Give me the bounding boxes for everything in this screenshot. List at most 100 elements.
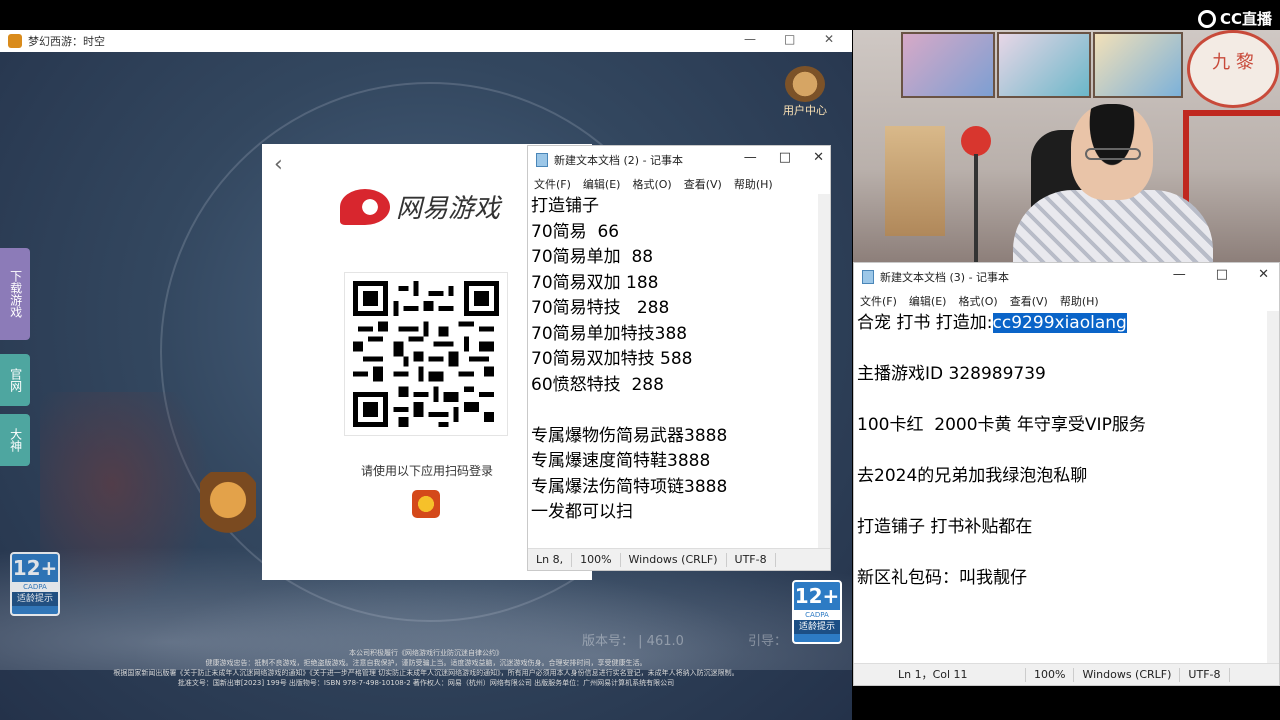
- notepad-window-info: 新建文本文档 (3) - 记事本 — □ ✕ 文件(F) 编辑(E) 格式(O)…: [853, 262, 1280, 686]
- glasses-icon: [1085, 148, 1141, 160]
- game-window-title: 梦幻西游：时空: [28, 35, 105, 48]
- age-rating-tip: 适龄提示: [12, 592, 58, 606]
- notepad-titlebar: 新建文本文档 (3) - 记事本 — □ ✕: [854, 263, 1279, 291]
- login-qr-code: [344, 272, 508, 436]
- punching-bag-pole: [974, 154, 978, 262]
- text-line: [854, 439, 1279, 465]
- status-encoding: UTF-8: [1180, 667, 1230, 682]
- notepad-icon: [536, 153, 548, 167]
- decorative-plate: 九 黎: [1187, 30, 1279, 108]
- status-eol: Windows (CRLF): [1074, 667, 1181, 682]
- notepad-statusbar: Ln 8, 100% Windows (CRLF) UTF-8: [528, 548, 830, 570]
- game-maximize-button[interactable]: □: [784, 32, 795, 46]
- text-line: 60愤怒特技 288: [531, 374, 664, 395]
- official-site-tab[interactable]: 官网: [0, 354, 30, 406]
- notepad-titlebar: 新建文本文档 (2) - 记事本 — □ ✕: [528, 146, 830, 174]
- qr-code-icon: [353, 281, 499, 427]
- menu-file[interactable]: 文件(F): [860, 293, 897, 309]
- menu-help[interactable]: 帮助(H): [734, 176, 773, 192]
- menu-help[interactable]: 帮助(H): [1060, 293, 1099, 309]
- age-rating-badge: 12+ CADPA 适龄提示: [10, 552, 60, 616]
- menu-format[interactable]: 格式(O): [632, 176, 671, 192]
- age-rating-org: CADPA: [794, 610, 840, 620]
- version-value: | 461.0: [638, 634, 684, 649]
- text-line: 70简易双加 188: [531, 272, 659, 293]
- status-zoom: 100%: [572, 552, 621, 567]
- notepad-text-area[interactable]: 打造铺子 70简易 66 70简易单加 88 70简易双加 188 70简易特技…: [528, 194, 830, 548]
- legal-notice: 本公司积极履行《网络游戏行业防沉迷自律公约》 健康游戏忠告：抵制不良游戏，拒绝盗…: [0, 648, 852, 688]
- shelf: [885, 126, 945, 236]
- streamer-body: [1013, 190, 1213, 262]
- download-game-tab[interactable]: 下载游戏: [0, 248, 30, 340]
- menu-view[interactable]: 查看(V): [1010, 293, 1048, 309]
- text-line: 打造铺子: [531, 196, 599, 216]
- game-close-button[interactable]: ✕: [824, 32, 834, 46]
- text-line: 主播游戏ID 328989739: [857, 364, 1046, 384]
- selected-text: cc9299xiaolang: [992, 313, 1127, 333]
- cc-live-logo: CC直播: [1197, 8, 1272, 29]
- minimize-button[interactable]: —: [1173, 267, 1186, 282]
- user-center-icon: [785, 66, 825, 102]
- wall-poster: [901, 32, 995, 98]
- netease-brand-text: 网易游戏: [396, 194, 501, 224]
- text-line-prefix: 合宠 打书 打造加:: [857, 313, 993, 333]
- close-button[interactable]: ✕: [1258, 267, 1269, 282]
- text-line: 打造铺子 打书补贴都在: [857, 517, 1033, 537]
- maximize-button[interactable]: □: [1216, 267, 1228, 282]
- status-zoom: 100%: [1026, 667, 1075, 682]
- netease-games-logo: 网易游戏: [340, 188, 500, 225]
- text-line: 去2024的兄弟加我绿泡泡私聊: [857, 466, 1088, 486]
- close-button[interactable]: ✕: [813, 150, 824, 165]
- maximize-button[interactable]: □: [779, 150, 791, 165]
- cc-logo-icon: [1197, 9, 1216, 28]
- stream-top-band: CC直播: [0, 0, 1280, 30]
- notepad-title: 新建文本文档 (3) - 记事本: [880, 271, 1010, 284]
- text-line: [528, 398, 830, 424]
- text-line: 70简易双加特技 588: [531, 349, 693, 369]
- cc-logo-text: CC直播: [1219, 10, 1272, 28]
- status-eol: Windows (CRLF): [621, 552, 727, 567]
- notepad-icon: [862, 270, 874, 284]
- vertical-scrollbar[interactable]: [818, 194, 830, 548]
- text-line: 专属爆物伤简易武器3888: [531, 425, 728, 446]
- user-center-label: 用户中心: [783, 104, 827, 117]
- streamer-webcam: 九 黎: [853, 30, 1280, 262]
- notepad-statusbar: Ln 1，Col 11 100% Windows (CRLF) UTF-8: [854, 663, 1279, 685]
- text-line: 合宠 打书 打造加:cc9299xiaolang: [854, 311, 1279, 337]
- menghuan-app-icon[interactable]: [412, 490, 440, 518]
- vertical-scrollbar[interactable]: [1267, 311, 1279, 671]
- notepad-title: 新建文本文档 (2) - 记事本: [554, 154, 684, 167]
- version-number: 版本号： | 461.0: [582, 630, 684, 649]
- user-center-button[interactable]: 用户中心: [776, 66, 834, 122]
- version-label: 版本号：: [582, 634, 635, 649]
- punching-bag: [961, 126, 991, 156]
- text-line: [854, 541, 1279, 567]
- menu-edit[interactable]: 编辑(E): [583, 176, 621, 192]
- text-line: 专属爆速度简特鞋3888: [531, 451, 711, 471]
- netease-logo-icon: [340, 188, 390, 225]
- minimize-button[interactable]: —: [744, 150, 757, 165]
- game-titlebar: 梦幻西游：时空 — □ ✕: [0, 30, 852, 52]
- legal-line: 根据国家新闻出版署《关于防止未成年人沉迷网络游戏的通知》《关于进一步严格管理 切…: [113, 669, 739, 677]
- menu-format[interactable]: 格式(O): [958, 293, 997, 309]
- menu-file[interactable]: 文件(F): [534, 176, 571, 192]
- status-position: Ln 8,: [528, 552, 573, 567]
- dashen-tab[interactable]: 大神: [0, 414, 30, 466]
- text-line: 70简易单加 88: [531, 247, 654, 267]
- text-line: 70简易 66: [531, 221, 620, 242]
- legal-line: 批准文号：国新出审[2023] 199号 出版物号：ISBN 978-7-498…: [177, 679, 675, 687]
- age-rating-tip: 适龄提示: [794, 620, 840, 634]
- status-position: Ln 1，Col 11: [890, 667, 1026, 682]
- age-rating-number: 12+: [794, 584, 840, 608]
- wall-poster: [997, 32, 1091, 98]
- notepad-text-area[interactable]: 合宠 打书 打造加:cc9299xiaolang 主播游戏ID 32898973…: [854, 311, 1279, 671]
- back-arrow-icon[interactable]: ‹: [274, 152, 283, 177]
- menu-view[interactable]: 查看(V): [684, 176, 722, 192]
- menu-edit[interactable]: 编辑(E): [909, 293, 947, 309]
- game-minimize-button[interactable]: —: [744, 32, 756, 46]
- guide-label: 引导：: [748, 634, 788, 649]
- text-line: 100卡红 2000卡黄 年守享受VIP服务: [857, 415, 1146, 435]
- notepad-menubar: 文件(F) 编辑(E) 格式(O) 查看(V) 帮助(H): [528, 174, 830, 194]
- text-line: 70简易特技 288: [531, 298, 670, 318]
- status-encoding: UTF-8: [727, 552, 776, 567]
